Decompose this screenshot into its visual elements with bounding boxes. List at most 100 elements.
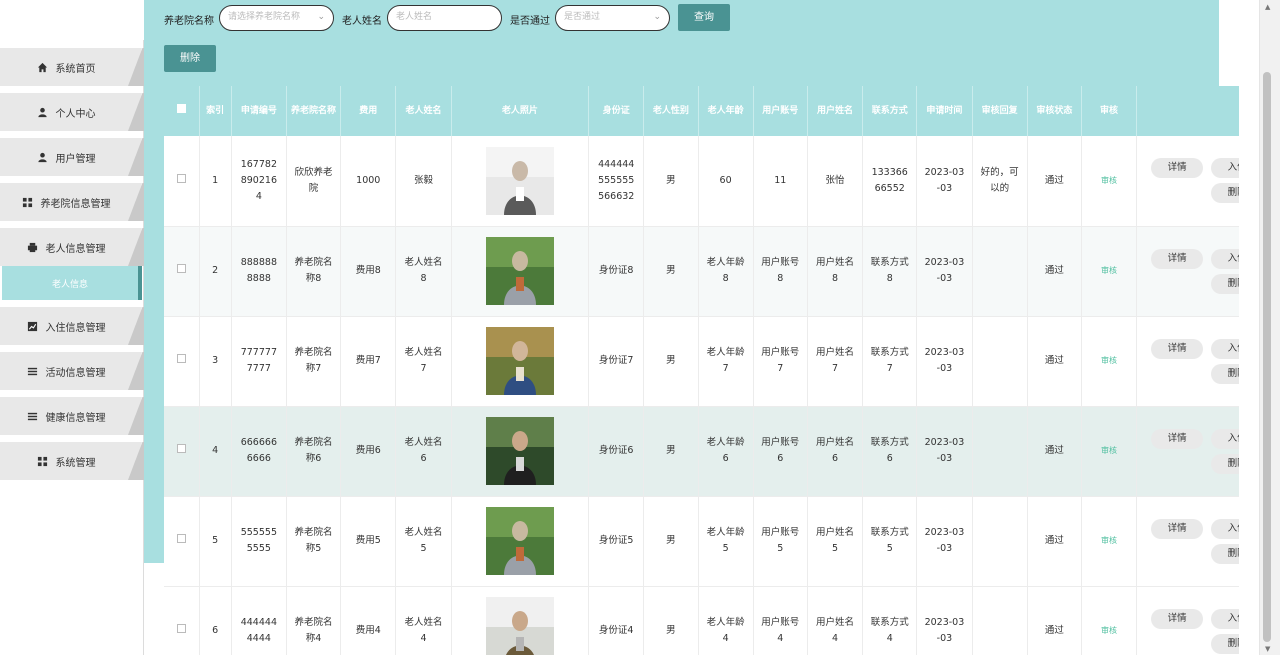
- application-number-cell: 4444444444: [231, 586, 287, 655]
- table-row[interactable]: 2 8888888888 养老院名称8 费用8 老人姓名8 身份证8 男老人年龄8 用户账号8…: [164, 226, 1239, 317]
- detail-button[interactable]: 详情: [1151, 158, 1204, 179]
- row-select-cell[interactable]: [164, 136, 200, 227]
- audit-reply-cell: [972, 406, 1028, 497]
- row-select-cell[interactable]: [164, 316, 200, 407]
- checkin-button[interactable]: 入住: [1211, 608, 1239, 629]
- detail-button[interactable]: 详情: [1151, 248, 1204, 269]
- detail-button[interactable]: 详情: [1151, 428, 1204, 449]
- sidebar-item-nursing-homes[interactable]: 养老院信息管理: [0, 183, 142, 221]
- audit-cell: 审核: [1081, 226, 1138, 317]
- sidebar-item-label: 活动信息管理: [45, 367, 106, 379]
- row-checkbox[interactable]: [176, 534, 186, 543]
- audit-status-cell: 通过: [1027, 226, 1082, 317]
- row-delete-button[interactable]: 删除: [1211, 183, 1239, 204]
- row-checkbox[interactable]: [176, 444, 186, 453]
- sidebar-subitem-elder-info[interactable]: 老人信息: [2, 266, 142, 300]
- row-select-cell[interactable]: [164, 406, 200, 497]
- audit-cell: 审核: [1081, 586, 1138, 655]
- checkin-button[interactable]: 入住: [1211, 248, 1239, 269]
- elder-photo-cell: [451, 316, 590, 407]
- sidebar-item-profile[interactable]: 个人中心: [0, 93, 142, 131]
- detail-button[interactable]: 详情: [1151, 608, 1204, 629]
- actions-cell: 详情入住删除: [1136, 496, 1239, 587]
- scroll-down-arrow-icon[interactable]: ▼: [1265, 645, 1270, 653]
- detail-button[interactable]: 详情: [1151, 338, 1204, 359]
- user-name-cell: 用户姓名7: [807, 316, 864, 407]
- row-delete-button[interactable]: 删除: [1211, 543, 1239, 564]
- table-row[interactable]: 5 5555555555 养老院名称5 费用5 老人姓名5 身份证5 男老人年龄5 用户账号5…: [164, 496, 1239, 587]
- application-number-cell: 6666666666: [231, 406, 287, 497]
- elder-name-cell: 老人姓名5: [395, 496, 452, 587]
- sidebar-item-home[interactable]: 系统首页: [0, 48, 142, 86]
- sidebar-item-elders[interactable]: 老人信息管理: [0, 228, 142, 266]
- checkin-button[interactable]: 入住: [1211, 158, 1239, 179]
- scroll-up-arrow-icon[interactable]: ▲: [1265, 3, 1270, 11]
- checkin-button[interactable]: 入住: [1211, 518, 1239, 539]
- row-checkbox[interactable]: [176, 173, 186, 183]
- audit-link[interactable]: 审核: [1101, 536, 1117, 545]
- audit-cell: 审核: [1081, 496, 1138, 587]
- row-delete-button[interactable]: 删除: [1211, 273, 1239, 294]
- elder-name-input[interactable]: 老人姓名: [387, 5, 502, 31]
- sidebar: [0, 40, 144, 655]
- row-checkbox[interactable]: [176, 354, 186, 363]
- select-all-checkbox[interactable]: [176, 104, 186, 113]
- approved-select[interactable]: 是否通过 ⌄: [555, 5, 670, 31]
- elder-name-cell: 老人姓名4: [395, 586, 452, 655]
- chart-icon: [27, 321, 38, 332]
- application-number-cell: 7777777777: [231, 316, 287, 407]
- select-all-cell[interactable]: [164, 86, 200, 136]
- row-delete-button[interactable]: 删除: [1211, 363, 1239, 384]
- audit-status-cell: 通过: [1027, 586, 1082, 655]
- delete-button[interactable]: 删除: [164, 45, 216, 72]
- home-icon: [37, 62, 48, 73]
- row-delete-button[interactable]: 删除: [1211, 453, 1239, 474]
- fee-cell: 费用6: [340, 406, 397, 497]
- table-row[interactable]: 6 4444444444 养老院名称4 费用4 老人姓名4 身份证4 男老人年龄4 用户账号4…: [164, 586, 1239, 655]
- row-checkbox[interactable]: [176, 264, 186, 273]
- nursing-home-select[interactable]: 请选择养老院名称 ⌄: [219, 5, 334, 31]
- row-select-cell[interactable]: [164, 226, 200, 317]
- chevron-down-icon: ⌄: [317, 12, 325, 22]
- column-header: 审核回复: [972, 86, 1028, 136]
- sidebar-item-label: 用户管理: [55, 153, 96, 165]
- column-header: 联系方式: [862, 86, 918, 136]
- table-row[interactable]: 1 1677828902164 欣欣养老院 1000 张毅 444444555555566…: [164, 136, 1239, 227]
- sidebar-item-activities[interactable]: 活动信息管理: [0, 352, 142, 390]
- table-row[interactable]: 3 7777777777 养老院名称7 费用7 老人姓名7 身份证7 男老人年龄7 用户账号7…: [164, 316, 1239, 407]
- row-checkbox[interactable]: [176, 624, 186, 633]
- audit-link[interactable]: 审核: [1101, 446, 1117, 455]
- apply-time-cell: 2023-03-03: [916, 316, 973, 407]
- audit-status-cell: 通过: [1027, 406, 1082, 497]
- row-select-cell[interactable]: [164, 586, 200, 655]
- sidebar-item-system[interactable]: 系统管理: [0, 442, 142, 480]
- sidebar-item-checkins[interactable]: 入住信息管理: [0, 307, 142, 345]
- audit-reply-cell: [972, 316, 1028, 407]
- query-button[interactable]: 查询: [678, 4, 730, 31]
- audit-link[interactable]: 审核: [1101, 626, 1117, 635]
- sidebar-item-health[interactable]: 健康信息管理: [0, 397, 142, 435]
- column-header: 养老院名称: [286, 86, 342, 136]
- detail-button[interactable]: 详情: [1151, 518, 1204, 539]
- sidebar-item-users[interactable]: 用户管理: [0, 138, 142, 176]
- checkin-button[interactable]: 入住: [1211, 428, 1239, 449]
- contact-cell: 13336666552: [862, 136, 918, 227]
- elder-photo: [485, 327, 554, 395]
- audit-link[interactable]: 审核: [1101, 176, 1117, 185]
- table-row[interactable]: 4 6666666666 养老院名称6 费用6 老人姓名6 身份证6 男老人年龄6 用户账号6…: [164, 406, 1239, 497]
- row-delete-button[interactable]: 删除: [1211, 633, 1239, 654]
- audit-link[interactable]: 审核: [1101, 266, 1117, 275]
- elder-photo: [485, 237, 554, 305]
- row-select-cell[interactable]: [164, 496, 200, 587]
- gender-cell: 男: [643, 136, 699, 227]
- fee-cell: 费用5: [340, 496, 397, 587]
- index-cell: 3: [199, 316, 232, 407]
- user-account-cell: 11: [753, 136, 808, 227]
- apply-time-cell: 2023-03-03: [916, 586, 973, 655]
- audit-link[interactable]: 审核: [1101, 356, 1117, 365]
- checkin-button[interactable]: 入住: [1211, 338, 1239, 359]
- column-header: 审核: [1081, 86, 1138, 136]
- printer-icon: [27, 242, 38, 253]
- column-header: 费用: [340, 86, 397, 136]
- scrollbar-thumb[interactable]: [1263, 72, 1271, 642]
